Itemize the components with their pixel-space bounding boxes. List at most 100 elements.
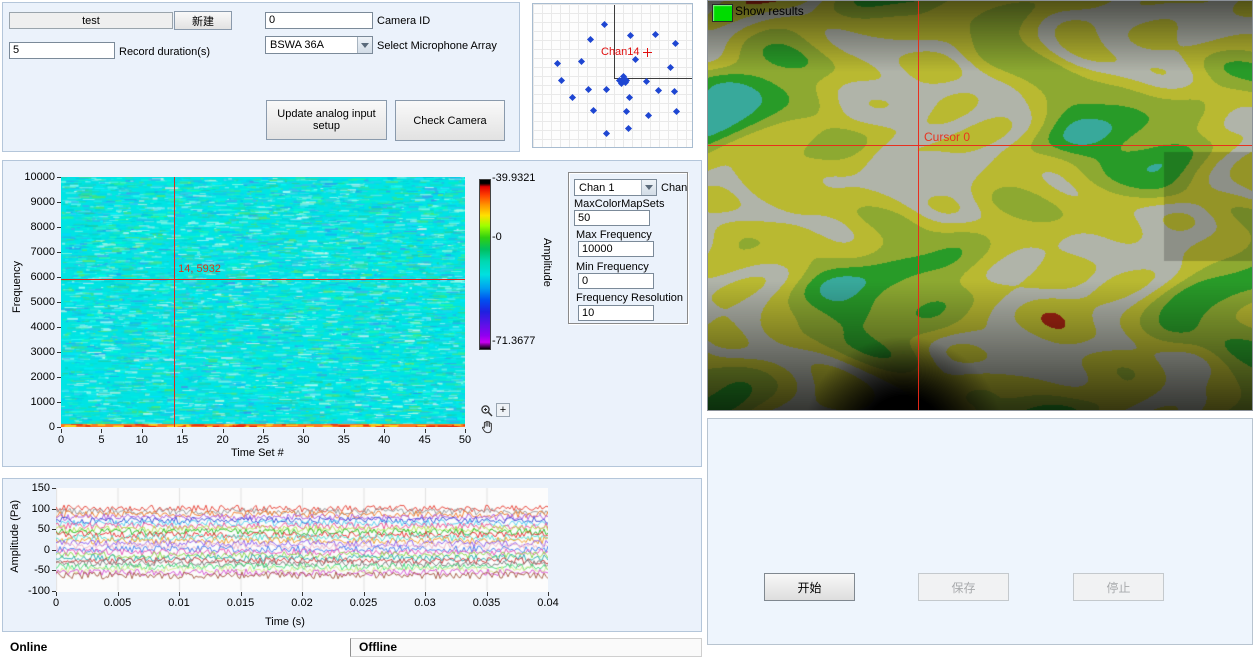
spectrogram-cursor-label: 14, 5932 — [178, 263, 221, 275]
mic-array-select[interactable]: BSWA 36A — [265, 36, 373, 54]
tick-label: 3000 — [13, 346, 55, 358]
tick-label: 50 — [8, 523, 50, 535]
waveform-plot — [56, 488, 548, 592]
tick-label: 2000 — [13, 371, 55, 383]
tick-label: 9000 — [13, 196, 55, 208]
mic-point — [587, 36, 594, 43]
mic-point — [601, 21, 608, 28]
offline-status: Offline — [350, 638, 702, 657]
tick-label: -100 — [8, 585, 50, 597]
show-results-checkbox[interactable] — [712, 4, 733, 22]
tick-label: 0.025 — [344, 597, 384, 609]
mic-point — [578, 58, 585, 65]
cursor-tool-button[interactable]: + — [496, 403, 510, 417]
update-analog-input-button[interactable]: Update analog input setup — [266, 100, 387, 140]
tick-label: 0 — [13, 421, 55, 433]
action-panel: 开始 保存 停止 — [707, 418, 1253, 645]
record-duration-field[interactable]: 5 — [9, 42, 115, 59]
tick-label: 35 — [324, 434, 364, 446]
tick-label: 4000 — [13, 321, 55, 333]
camera-view: Cursor 0 Show results — [707, 0, 1253, 411]
mic-point — [645, 112, 652, 119]
min-frequency-field[interactable]: 0 — [578, 273, 654, 289]
tick-label: 0 — [8, 544, 50, 556]
magnifier-icon — [480, 404, 494, 418]
mic-point — [627, 32, 634, 39]
min-frequency-label: Min Frequency — [576, 261, 649, 273]
mic-array-label: Select Microphone Array — [377, 40, 497, 52]
tick-label: 30 — [283, 434, 323, 446]
show-results-label: Show results — [735, 4, 804, 18]
mic-point — [554, 60, 561, 67]
mic-point — [623, 108, 630, 115]
save-button[interactable]: 保存 — [918, 573, 1009, 601]
channel-select[interactable]: Chan 1 — [574, 179, 657, 196]
record-duration-label: Record duration(s) — [119, 46, 210, 58]
tick-label: 10000 — [13, 171, 55, 183]
tick-label: 50 — [445, 434, 485, 446]
start-button[interactable]: 开始 — [764, 573, 855, 601]
camera-cursor-label: Cursor 0 — [924, 130, 970, 144]
mic-array-value: BSWA 36A — [270, 38, 324, 53]
tick-label: 45 — [405, 434, 445, 446]
mic-point — [655, 87, 662, 94]
max-frequency-field[interactable]: 10000 — [578, 241, 654, 257]
mic-point — [569, 94, 576, 101]
session-name-field[interactable]: test — [9, 12, 173, 29]
colorbar-axis-label: Amplitude — [541, 238, 553, 287]
mic-point — [625, 125, 632, 132]
camera-image[interactable] — [708, 1, 1252, 410]
zoom-tool-button[interactable] — [480, 404, 494, 418]
tick-label: 25 — [243, 434, 283, 446]
chevron-down-icon — [357, 37, 372, 53]
tick-label: 100 — [8, 503, 50, 515]
max-colormap-field[interactable]: 50 — [574, 210, 650, 226]
mic-point — [667, 64, 674, 71]
check-camera-button[interactable]: Check Camera — [395, 100, 505, 141]
channel-select-value: Chan 1 — [579, 181, 614, 196]
mic-point — [590, 107, 597, 114]
colorbar-mid-label: -0 — [492, 231, 502, 243]
new-session-button[interactable]: 新建 — [174, 11, 232, 30]
mic-array-plot[interactable]: Chan14 — [532, 3, 693, 148]
setup-panel: test 新建 5 Record duration(s) 0 Camera ID… — [2, 2, 520, 152]
spectrogram-plot[interactable] — [61, 177, 465, 427]
camera-cursor-vline — [918, 1, 919, 410]
channel-control-box: Chan 1 Chan MaxColorMapSets 50 Max Frequ… — [568, 172, 688, 324]
stop-button[interactable]: 停止 — [1073, 573, 1164, 601]
camera-id-field[interactable]: 0 — [265, 12, 373, 29]
offline-status-label: Offline — [359, 640, 397, 654]
mic-point — [603, 86, 610, 93]
max-colormap-label: MaxColorMapSets — [574, 198, 664, 210]
tick-label: 5000 — [13, 296, 55, 308]
tick-label: 150 — [8, 482, 50, 494]
tick-label: -50 — [8, 564, 50, 576]
mic-plot-axis-v — [614, 5, 615, 79]
tick-label: 0.03 — [405, 597, 445, 609]
pan-tool-button[interactable] — [480, 420, 494, 434]
tick-label: 20 — [203, 434, 243, 446]
waveform-xlabel: Time (s) — [265, 616, 305, 628]
tick-label: 5 — [81, 434, 121, 446]
tick-label: 0 — [36, 597, 76, 609]
spectrogram-panel: Frequency 14, 5932 Time Set # -39.9321 -… — [2, 160, 702, 467]
tick-label: 10 — [122, 434, 162, 446]
tick-label: 0.02 — [282, 597, 322, 609]
tick-label: 0.01 — [159, 597, 199, 609]
mic-point — [672, 40, 679, 47]
colorbar-max-label: -39.9321 — [492, 172, 535, 184]
waveform-panel: Amplitude (Pa) Time (s) 150100500-50-100… — [2, 478, 702, 632]
colorbar-min-label: -71.3677 — [492, 335, 535, 347]
frequency-resolution-field[interactable]: 10 — [578, 305, 654, 321]
chevron-down-icon — [641, 180, 656, 195]
mic-point — [585, 86, 592, 93]
tick-label: 0.04 — [528, 597, 568, 609]
tick-label: 1000 — [13, 396, 55, 408]
tick-label: 0 — [41, 434, 81, 446]
camera-cursor-hline — [708, 145, 1252, 146]
max-frequency-label: Max Frequency — [576, 229, 652, 241]
mic-point — [652, 31, 659, 38]
mic-point — [671, 88, 678, 95]
tick-label: 8000 — [13, 221, 55, 233]
mic-point — [603, 130, 610, 137]
